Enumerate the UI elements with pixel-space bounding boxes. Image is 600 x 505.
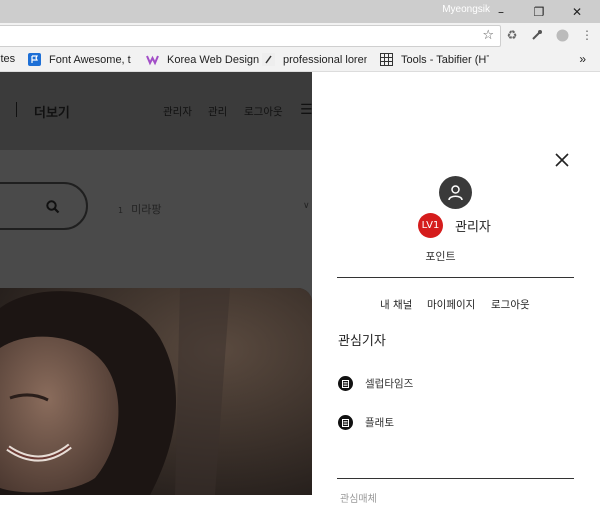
region-prefix: 1 xyxy=(118,206,124,215)
maximize-button[interactable]: ❐ xyxy=(524,0,554,23)
browser-title-bar: Myeongsik – ❐ ✕ xyxy=(0,0,600,23)
media-icon xyxy=(338,415,353,430)
profile-name[interactable]: Myeongsik xyxy=(442,4,490,15)
w-logo-icon xyxy=(146,53,159,66)
favorite-media-title: 관심매체 xyxy=(340,494,377,505)
bookmark-item[interactable]: Font Awesome, the xyxy=(28,53,131,66)
close-icon[interactable] xyxy=(554,152,570,168)
site-header: 더보기 관리자 관리 로그아웃 ☰ xyxy=(0,72,312,150)
minimize-button[interactable]: – xyxy=(486,0,516,23)
grid-icon xyxy=(380,53,393,66)
points-label[interactable]: 포인트 xyxy=(312,248,569,264)
bookmark-item[interactable]: ites xyxy=(0,53,15,65)
more-menu-link[interactable]: 더보기 xyxy=(34,102,70,121)
region-select[interactable]: 1 미라팡 xyxy=(118,201,161,217)
flag-icon xyxy=(28,53,41,66)
recycle-extension-icon[interactable]: ♻ xyxy=(505,28,519,42)
manage-link[interactable]: 관리 xyxy=(208,104,227,119)
address-input[interactable]: ☆ xyxy=(0,25,501,47)
profile-extension-icon[interactable] xyxy=(555,28,569,42)
lorem-icon xyxy=(262,53,275,66)
hamburger-icon[interactable]: ☰ xyxy=(300,102,312,118)
bookmarks-bar: ites Font Awesome, the Korea Web Design … xyxy=(0,49,600,72)
favorite-item[interactable]: 플래토 xyxy=(338,415,394,430)
level-badge: LV1 xyxy=(418,213,443,238)
favorite-label: 플래토 xyxy=(365,417,394,429)
avatar[interactable] xyxy=(439,176,472,209)
search-icon[interactable] xyxy=(46,199,60,218)
bookmark-item[interactable]: Tools - Tabifier (HT xyxy=(380,53,489,66)
featured-photo[interactable] xyxy=(0,288,312,495)
favorite-item[interactable]: 셀럽타임즈 xyxy=(338,376,413,391)
bookmarks-more-button[interactable]: » xyxy=(579,52,586,66)
page-overlay[interactable]: 더보기 관리자 관리 로그아웃 ☰ 1 미라팡 ∨ xyxy=(0,72,312,495)
bookmark-item[interactable]: Korea Web Design xyxy=(146,53,259,66)
admin-link[interactable]: 관리자 xyxy=(163,104,192,119)
chevron-down-icon[interactable]: ∨ xyxy=(303,201,310,211)
bookmark-item[interactable]: professional lorem i xyxy=(262,53,367,66)
logout-link[interactable]: 로그아웃 xyxy=(244,104,283,119)
divider xyxy=(337,277,574,278)
user-icon xyxy=(448,185,463,201)
media-icon xyxy=(338,376,353,391)
user-side-panel: LV1 관리자 포인트 내 채널 마이페이지 로그아웃 관심기자 셀럽타임즈 플… xyxy=(312,72,600,505)
bookmark-star-icon[interactable]: ☆ xyxy=(482,28,494,43)
search-input[interactable] xyxy=(0,182,88,230)
region-label: 미라팡 xyxy=(131,203,162,216)
my-page-link[interactable]: 마이페이지 xyxy=(427,297,475,312)
menu-kebab-icon[interactable]: ⋮ xyxy=(580,28,594,42)
close-window-button[interactable]: ✕ xyxy=(562,0,592,23)
divider xyxy=(337,478,574,479)
user-name-label: 관리자 xyxy=(455,220,491,235)
my-channel-link[interactable]: 내 채널 xyxy=(380,297,412,312)
favorite-reporters-title: 관심기자 xyxy=(338,334,386,349)
header-divider xyxy=(16,102,17,117)
favorite-label: 셀럽타임즈 xyxy=(365,378,414,390)
address-bar-row: ☆ ♻ ⋮ xyxy=(0,23,600,49)
logout-link[interactable]: 로그아웃 xyxy=(491,297,530,312)
eyedropper-extension-icon[interactable] xyxy=(530,28,544,42)
